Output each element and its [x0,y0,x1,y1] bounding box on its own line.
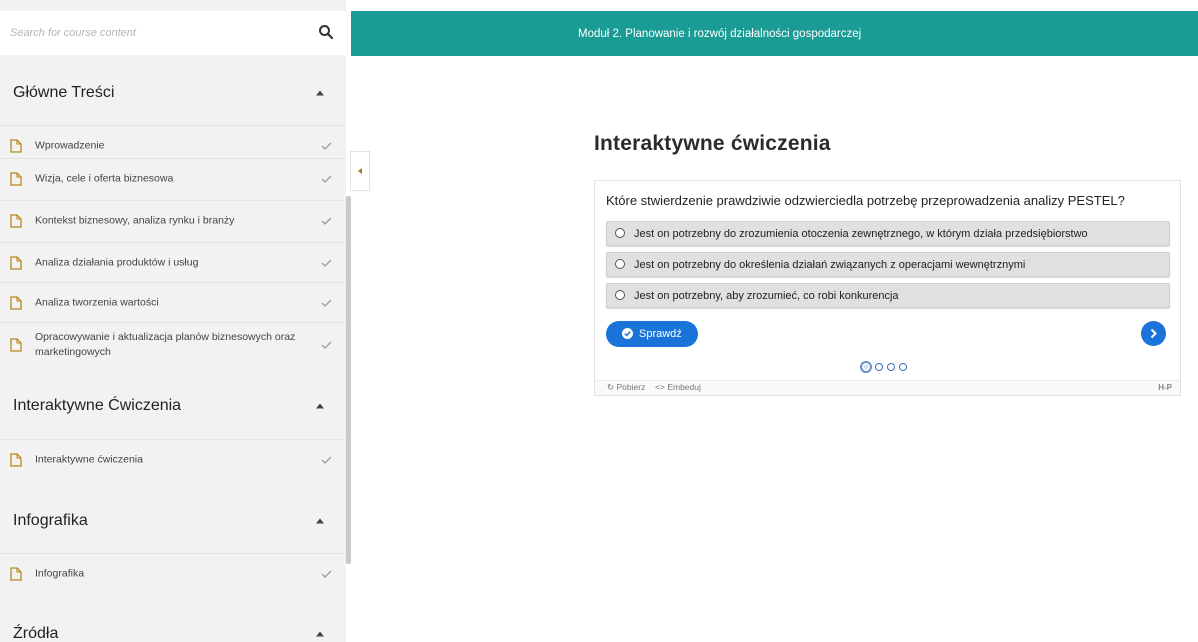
checkmark-icon [321,142,332,150]
module-title: Moduł 2. Planowanie i rozwój działalnośc… [578,27,862,40]
checkmark-icon [321,175,332,183]
document-icon [10,214,22,228]
sidebar-item-infografika[interactable]: Infografika [0,553,346,594]
download-link[interactable]: ↻ Pobierz [607,382,645,393]
sidebar-item-label: Interaktywne ćwiczenia [35,453,143,466]
quiz-question: Które stwierdzenie prawdziwie odzwiercie… [606,193,1125,208]
embed-label: Embeduj [667,382,701,392]
sidebar-collapse-button[interactable] [350,151,370,191]
check-circle-icon [622,328,633,339]
caret-left-icon [358,168,362,174]
search-input[interactable] [10,27,300,39]
sidebar-item-analiza-produktow[interactable]: Analiza działania produktów i usług [0,242,346,283]
sidebar-item-label: Infografika [35,567,85,580]
answer-option-2[interactable]: Jest on potrzebny do określenia działań … [606,252,1170,277]
document-icon [10,337,22,352]
chevron-up-icon [316,403,324,409]
quiz-footer: ↻ Pobierz <> Embeduj H-P [595,380,1180,395]
sidebar-item-analiza-wartosci[interactable]: Analiza tworzenia wartości [0,282,346,323]
refresh-icon: ↻ [607,382,615,392]
sidebar-item-plany-biznesowe[interactable]: Opracowywanie i aktualizacja planów bizn… [0,322,346,366]
answer-text: Jest on potrzebny do zrozumienia otoczen… [634,227,1088,240]
sidebar-item-label: Kontekst biznesowy, analiza rynku i bran… [35,214,235,227]
check-button[interactable]: Sprawdź [606,321,698,347]
sidebar-scrollbar[interactable] [346,196,351,564]
embed-link[interactable]: <> Embeduj [655,382,701,392]
sidebar-item-interaktywne-cwiczenia[interactable]: Interaktywne ćwiczenia [0,439,346,480]
radio-icon [615,228,625,238]
section-title: Interaktywne Ćwiczenia [13,397,182,414]
h5p-logo: H-P [1158,383,1172,392]
code-icon: <> [655,382,665,392]
module-header: Moduł 2. Planowanie i rozwój działalnośc… [351,11,1198,56]
download-label: Pobierz [616,382,646,392]
answer-text: Jest on potrzebny do określenia działań … [634,258,1026,271]
search-icon[interactable] [318,24,334,40]
chevron-right-icon [1150,328,1157,339]
section-header-glowne-tresci[interactable]: Główne Treści [0,68,346,118]
chevron-up-icon [316,90,324,96]
checkmark-icon [321,217,332,225]
document-icon [10,296,22,310]
sidebar-item-kontekst[interactable]: Kontekst biznesowy, analiza rynku i bran… [0,200,346,241]
sidebar-item-label: Opracowywanie i aktualizacja planów bizn… [35,330,296,358]
check-button-label: Sprawdź [639,328,682,340]
document-icon [10,172,22,186]
checkmark-icon [321,341,332,349]
checkmark-icon [321,259,332,267]
section-header-infografika[interactable]: Infografika [0,496,346,546]
answer-option-1[interactable]: Jest on potrzebny do zrozumienia otoczen… [606,221,1170,246]
document-icon [10,453,22,467]
checkmark-icon [321,456,332,464]
section-title: Źródła [13,625,59,642]
pagination-dot-4[interactable] [899,363,907,371]
radio-icon [615,259,625,269]
sidebar-item-label: Wprowadzenie [35,139,105,152]
chevron-up-icon [316,518,324,524]
quiz-container: Które stwierdzenie prawdziwie odzwiercie… [594,180,1181,396]
section-title: Infografika [13,512,88,529]
section-header-interaktywne-cwiczenia[interactable]: Interaktywne Ćwiczenia [0,381,346,431]
answer-option-3[interactable]: Jest on potrzebny, aby zrozumieć, co rob… [606,283,1170,308]
pagination-dot-3[interactable] [887,363,895,371]
chevron-up-icon [316,631,324,637]
sidebar-item-label: Analiza działania produktów i usług [35,256,199,269]
section-header-zrodla[interactable]: Źródła [0,609,346,642]
section-title: Główne Treści [13,84,115,101]
checkmark-icon [321,299,332,307]
sidebar-item-label: Analiza tworzenia wartości [35,296,159,309]
document-icon [10,567,22,581]
sidebar-item-label: Wizja, cele i oferta biznesowa [35,172,174,185]
answer-text: Jest on potrzebny, aby zrozumieć, co rob… [634,289,899,302]
pagination-dot-1[interactable] [860,361,872,373]
next-question-button[interactable] [1141,321,1166,346]
radio-icon [615,290,625,300]
pagination-dot-2[interactable] [875,363,883,371]
checkmark-icon [321,570,332,578]
page-title: Interaktywne ćwiczenia [594,132,831,155]
search-bar [0,11,346,55]
sidebar-item-wizja[interactable]: Wizja, cele i oferta biznesowa [0,158,346,199]
document-icon [10,139,22,153]
document-icon [10,256,22,270]
course-sidebar: Główne Treści Wprowadzenie Wizja, cele i… [0,0,346,642]
